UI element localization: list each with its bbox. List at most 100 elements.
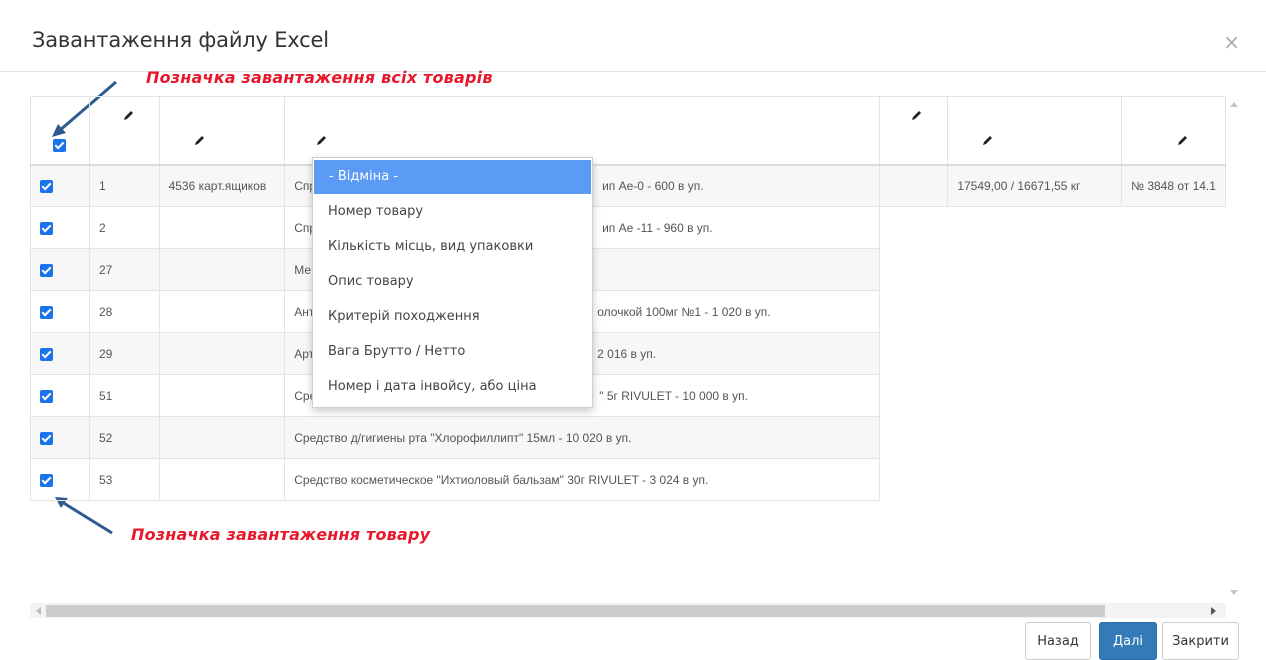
scroll-up-icon[interactable] (1230, 102, 1238, 107)
dropdown-option-cancel[interactable]: - Відміна - (314, 160, 591, 194)
table-row: 29 Арт 2 016 в уп. (30, 332, 1226, 375)
table-row: 53 Средство косметическое "Ихтиоловый ба… (30, 458, 1226, 501)
empty-cell (1121, 458, 1226, 501)
row-checkbox[interactable] (40, 389, 53, 403)
horizontal-scrollbar[interactable] (30, 603, 1226, 618)
cell-invoice: № 3848 от 14.1 (1121, 164, 1226, 207)
cell-number: 51 (88, 374, 160, 417)
cell-weight: 17549,00 / 16671,55 кг (947, 164, 1123, 207)
column-header (879, 96, 949, 166)
cell-packages (158, 416, 286, 459)
cell-number: 28 (88, 290, 160, 333)
cell-origin (879, 164, 949, 207)
vertical-scrollbar[interactable] (1226, 96, 1242, 603)
description-end: " 5г RIVULET - 10 000 в уп. (599, 388, 748, 403)
description-end: 2 016 в уп. (597, 346, 657, 361)
dropdown-option-invoice[interactable]: Номер і дата інвойсу, або ціна (314, 369, 591, 404)
row-checkbox[interactable] (40, 431, 53, 445)
table-row: 27 Ме (30, 248, 1226, 291)
column-header (158, 96, 286, 166)
row-checkbox[interactable] (40, 263, 53, 277)
dropdown-option-weight[interactable]: Вага Брутто / Нетто (314, 334, 591, 369)
empty-cell (1121, 332, 1226, 375)
dropdown-option-packages[interactable]: Кількість місць, вид упаковки (314, 229, 591, 264)
empty-cell (879, 458, 948, 501)
empty-cell (947, 290, 1122, 333)
scroll-left-icon[interactable] (36, 607, 41, 615)
import-table: 1 4536 карт.ящиков Спр ип Ае-0 - 600 в уп… (30, 96, 1226, 501)
empty-cell (1121, 290, 1226, 333)
empty-cell (879, 248, 948, 291)
modal-title: Завантаження файлу Excel (32, 28, 329, 52)
table-row: 52 Средство д/гигиены рта "Хлорофиллипт"… (30, 416, 1226, 459)
table-row: 51 Сре " 5г RIVULET - 10 000 в уп. (30, 374, 1226, 417)
row-checkbox[interactable] (40, 179, 53, 193)
empty-cell (947, 248, 1122, 291)
cell-description: Средство косметическое "Ихтиоловый бальз… (284, 458, 881, 501)
pencil-icon[interactable] (123, 110, 134, 121)
close-icon[interactable]: × (1223, 30, 1240, 54)
back-button[interactable]: Назад (1025, 622, 1091, 660)
row-select-cell (30, 206, 90, 249)
row-checkbox[interactable] (40, 473, 53, 487)
row-select-cell (30, 164, 90, 207)
cell-packages (158, 374, 286, 417)
column-header (1121, 96, 1226, 166)
cell-number: 2 (88, 206, 160, 249)
cell-number: 1 (88, 164, 160, 207)
description-start: Ме (294, 262, 312, 277)
cell-packages (158, 290, 286, 333)
dropdown-option-item-number[interactable]: Номер товару (314, 194, 591, 229)
next-button[interactable]: Далі (1099, 622, 1157, 660)
pencil-icon[interactable] (982, 135, 993, 146)
row-select-cell (30, 374, 90, 417)
column-header (88, 96, 160, 166)
table-row: 2 Спр ип Ае -11 - 960 в уп. (30, 206, 1226, 249)
description-end: олочкой 100мг №1 - 1 020 в уп. (597, 304, 771, 319)
scroll-right-icon[interactable] (1211, 607, 1216, 615)
table-row: 1 4536 карт.ящиков Спр ип Ае-0 - 600 в уп… (30, 164, 1226, 207)
pencil-icon[interactable] (1177, 135, 1188, 146)
column-mapping-dropdown[interactable]: - Відміна - Номер товару Кількість місць… (312, 157, 593, 408)
cell-packages: 4536 карт.ящиков (158, 164, 286, 207)
empty-cell (1121, 374, 1226, 417)
cell-number: 27 (88, 248, 160, 291)
select-all-cell (30, 96, 90, 166)
empty-cell (1121, 416, 1226, 459)
row-select-cell (30, 290, 90, 333)
select-all-checkbox[interactable] (53, 139, 66, 152)
row-select-cell (30, 416, 90, 459)
dropdown-option-description[interactable]: Опис товару (314, 264, 591, 299)
empty-cell (879, 416, 948, 459)
annotation-select-all: Позначка завантаження всіх товарів (146, 68, 493, 87)
column-header (947, 96, 1123, 166)
cell-number: 29 (88, 332, 160, 375)
scrollbar-thumb[interactable] (46, 605, 1105, 617)
pencil-icon[interactable] (911, 110, 922, 121)
empty-cell (947, 374, 1122, 417)
row-select-cell (30, 248, 90, 291)
cell-number: 52 (88, 416, 160, 459)
cell-number: 53 (88, 458, 160, 501)
scroll-down-icon[interactable] (1230, 590, 1238, 595)
empty-cell (879, 290, 948, 333)
row-checkbox[interactable] (40, 305, 53, 319)
description-end: ип Ае -11 - 960 в уп. (602, 220, 713, 235)
pencil-icon[interactable] (316, 135, 327, 146)
empty-cell (879, 374, 948, 417)
cell-description: Средство д/гигиены рта "Хлорофиллипт" 15… (284, 416, 881, 459)
close-button[interactable]: Закрити (1162, 622, 1239, 660)
modal-header: Завантаження файлу Excel × (0, 0, 1266, 72)
pencil-icon[interactable] (194, 135, 205, 146)
annotation-select-row: Позначка завантаження товару (131, 525, 431, 544)
dropdown-option-origin[interactable]: Критерій походження (314, 299, 591, 334)
table-header-row (30, 96, 1226, 166)
row-select-cell (30, 332, 90, 375)
cell-packages (158, 458, 286, 501)
row-checkbox[interactable] (40, 221, 53, 235)
description-end: ип Ае-0 - 600 в уп. (602, 178, 704, 193)
cell-packages (158, 332, 286, 375)
row-checkbox[interactable] (40, 347, 53, 361)
table-row: 28 Ант олочкой 100мг №1 - 1 020 в уп. (30, 290, 1226, 333)
cell-packages (158, 248, 286, 291)
